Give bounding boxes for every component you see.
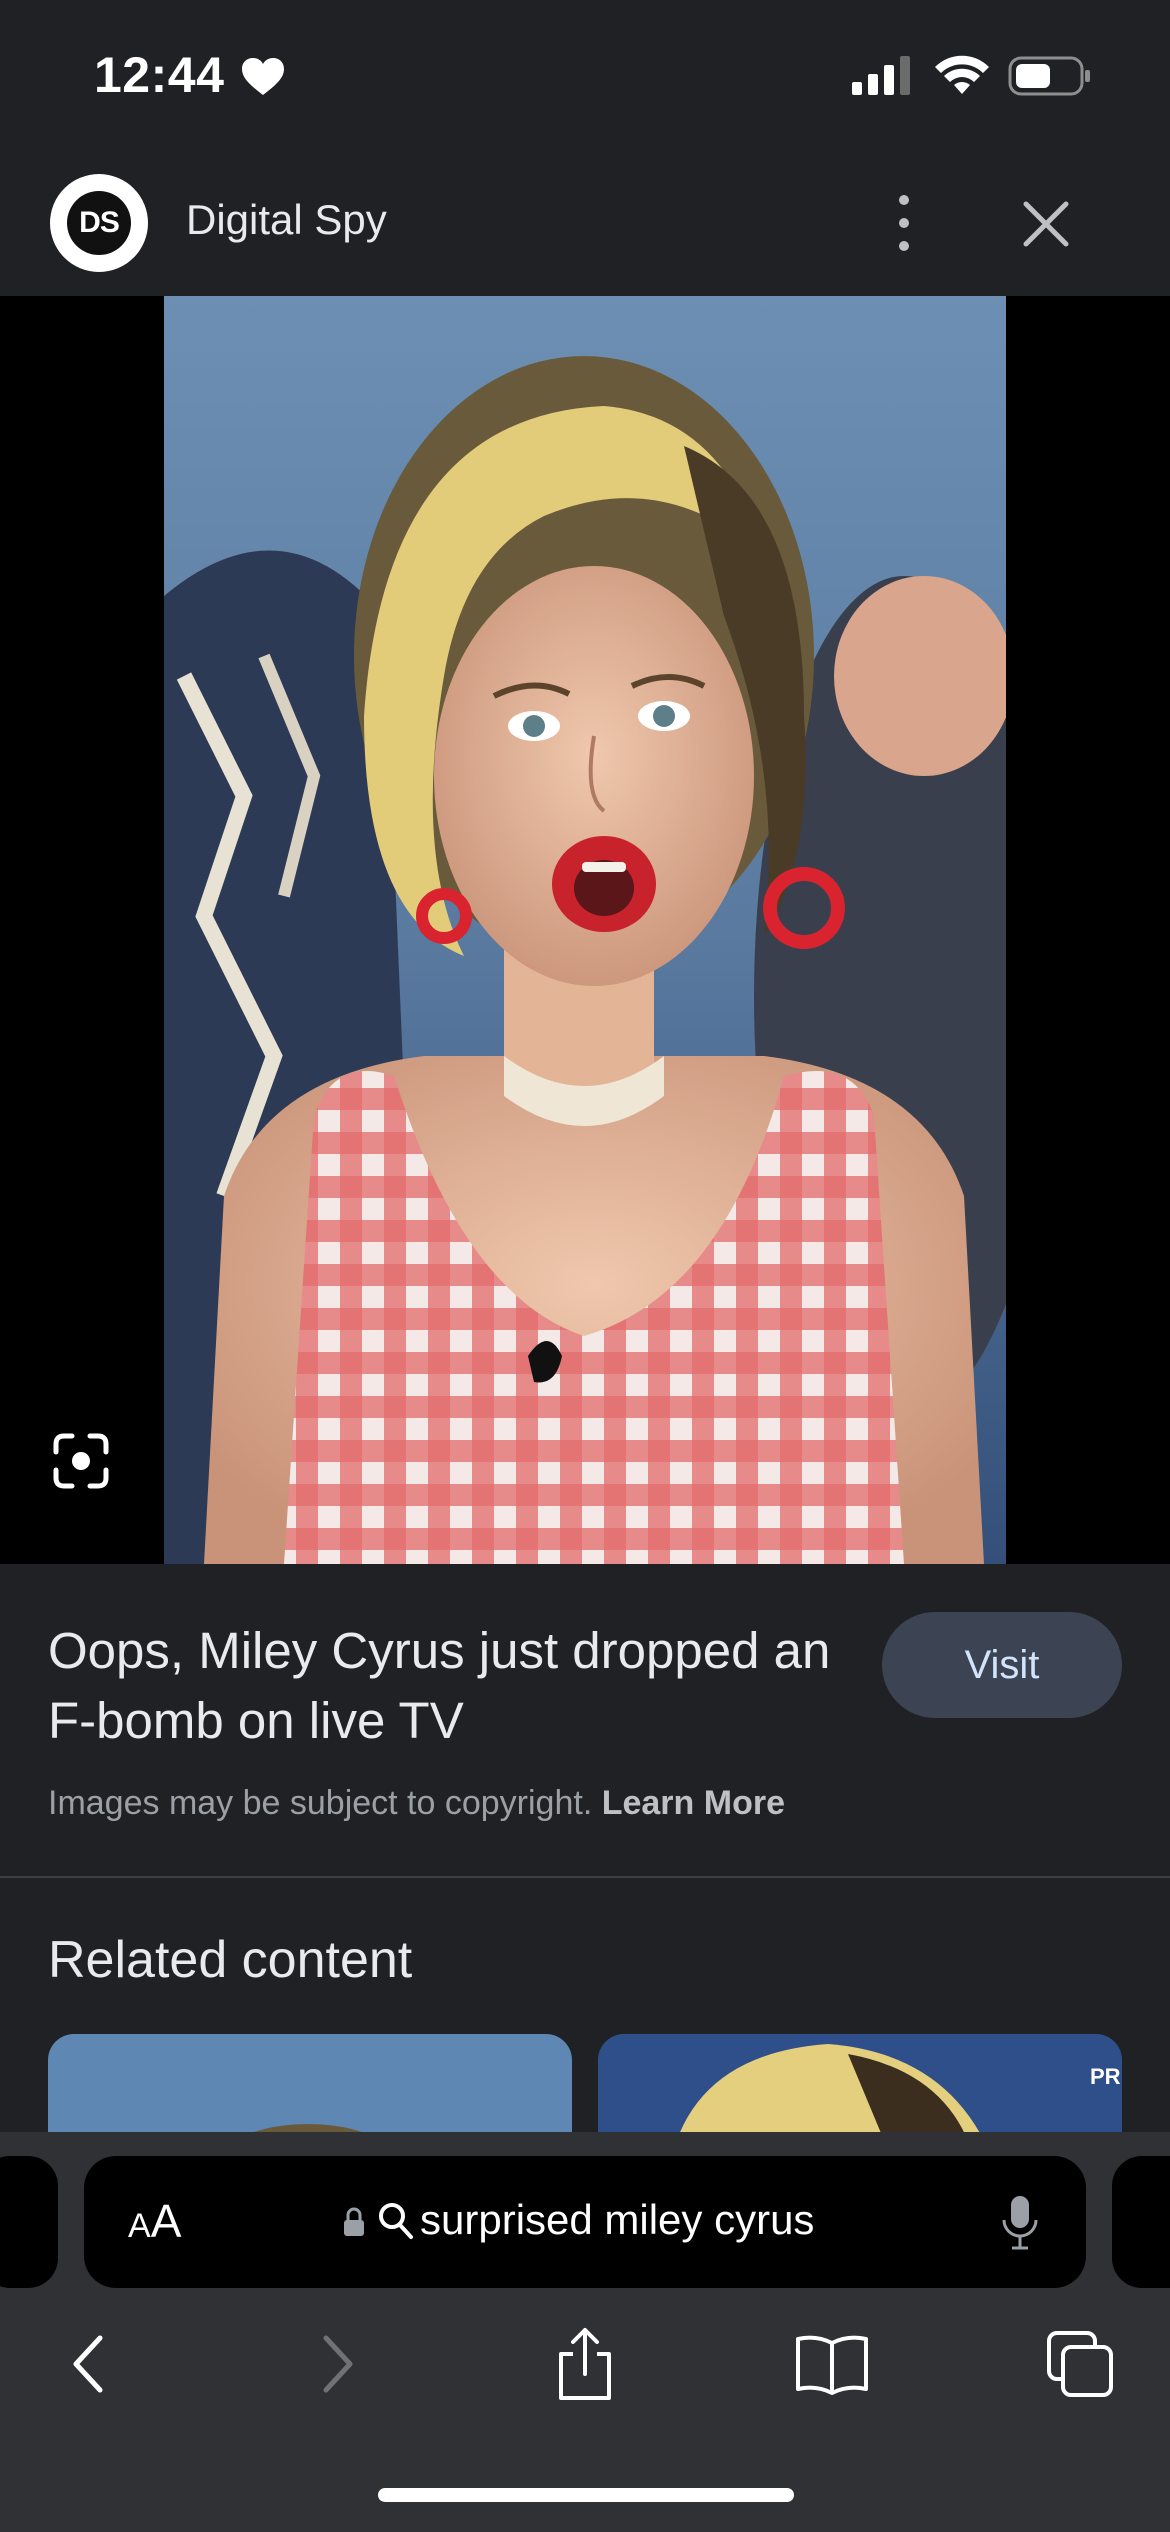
search-icon: [379, 2203, 413, 2239]
back-button[interactable]: [48, 2324, 128, 2404]
more-vertical-icon[interactable]: [880, 188, 928, 258]
image-viewer: [0, 296, 1170, 1564]
site-logo[interactable]: DS: [50, 174, 148, 272]
battery-icon: [1008, 56, 1090, 96]
related-content-title: Related content: [48, 1931, 413, 1989]
learn-more-link[interactable]: Learn More: [602, 1784, 785, 1822]
share-button[interactable]: [545, 2324, 625, 2404]
cellular-signal-icon: [852, 56, 910, 95]
browser-bottom-bar: AA surprised miley cyrus: [0, 2132, 1170, 2532]
wifi-icon: [935, 55, 989, 94]
heart-icon: [242, 58, 284, 95]
result-photo[interactable]: [164, 296, 1006, 1564]
source-header: DS Digital Spy: [0, 150, 1170, 296]
lock-icon: [344, 2207, 364, 2236]
bookmarks-icon: [796, 2335, 868, 2395]
forward-button[interactable]: [298, 2324, 378, 2404]
address-bar[interactable]: AA surprised miley cyrus: [84, 2156, 1086, 2288]
status-bar: 12:44: [0, 0, 1170, 150]
result-title[interactable]: Oops, Miley Cyrus just dropped an F-bomb…: [48, 1616, 868, 1756]
back-icon: [73, 2335, 103, 2393]
site-logo-text: DS: [67, 191, 131, 255]
previous-tab-pill[interactable]: [0, 2156, 58, 2288]
bookmarks-button[interactable]: [792, 2324, 872, 2404]
status-time: 12:44: [94, 47, 225, 103]
forward-icon: [323, 2335, 353, 2393]
home-indicator[interactable]: [378, 2488, 794, 2502]
text-size-small-label: A: [128, 2207, 151, 2245]
microphone-icon[interactable]: [1000, 2194, 1040, 2252]
copyright-text: Images may be subject to copyright.: [48, 1784, 593, 1822]
thumbnail-badge: PR BK: [1090, 2064, 1122, 2089]
site-name[interactable]: Digital Spy: [186, 196, 387, 244]
tabs-icon: [1047, 2331, 1113, 2397]
close-icon[interactable]: [1018, 196, 1074, 252]
result-info: Oops, Miley Cyrus just dropped an F-bomb…: [0, 1564, 1170, 1876]
tabs-button[interactable]: [1040, 2324, 1120, 2404]
share-icon: [559, 2328, 611, 2400]
copyright-notice: Images may be subject to copyright. Lear…: [48, 1784, 785, 1823]
text-size-button[interactable]: AA: [128, 2194, 181, 2248]
next-tab-pill[interactable]: [1112, 2156, 1170, 2288]
lens-icon[interactable]: [50, 1430, 112, 1492]
search-query[interactable]: surprised miley cyrus: [420, 2196, 814, 2244]
divider: [0, 1876, 1170, 1878]
visit-button[interactable]: Visit: [882, 1612, 1122, 1718]
text-size-large-label: A: [150, 2195, 182, 2247]
